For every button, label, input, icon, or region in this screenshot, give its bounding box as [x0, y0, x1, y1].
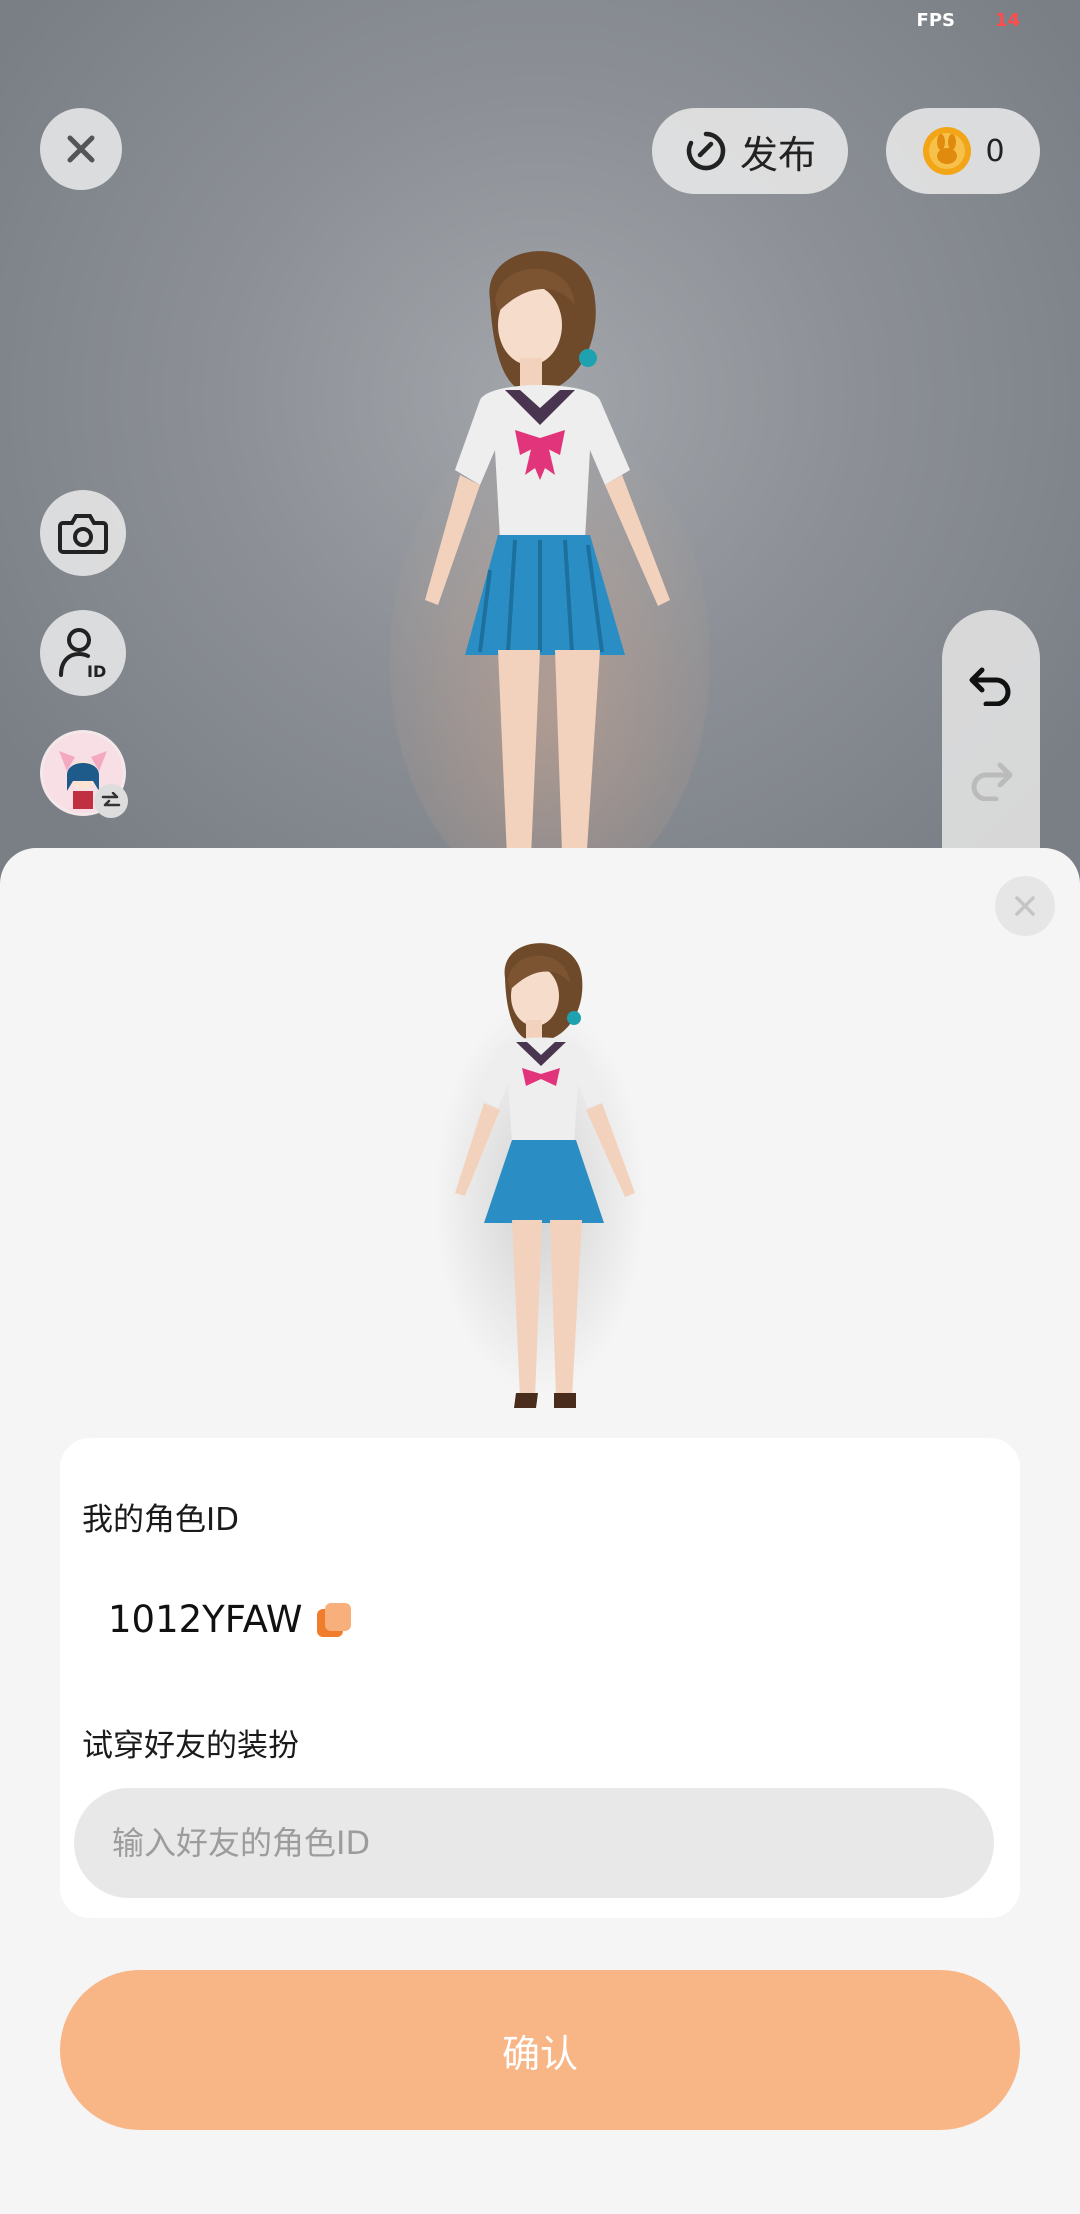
- svg-text:ID: ID: [87, 662, 106, 681]
- my-id-label: 我的角色ID: [82, 1502, 240, 1538]
- try-on-label: 试穿好友的装扮: [82, 1728, 299, 1764]
- coin-icon: [923, 127, 972, 175]
- fps-value: 14: [994, 10, 1020, 31]
- camera-button[interactable]: [40, 490, 126, 576]
- coin-count: 0: [985, 133, 1005, 169]
- profile-id-button[interactable]: ID: [40, 610, 126, 696]
- character-preview: [455, 943, 635, 1408]
- redo-button[interactable]: [961, 750, 1021, 810]
- undo-icon: [969, 667, 1011, 706]
- confirm-button[interactable]: 确认: [60, 1970, 1020, 2130]
- id-card: 我的角色ID 1012YFAW 试穿好友的装扮: [60, 1438, 1020, 1918]
- character-model: [390, 251, 710, 880]
- switch-icon: [94, 784, 128, 818]
- close-icon: [1015, 896, 1035, 916]
- redo-icon: [971, 762, 1013, 801]
- close-icon: [67, 135, 95, 163]
- my-id-value: 1012YFAW: [108, 1598, 303, 1641]
- publish-button[interactable]: 发布: [652, 108, 848, 194]
- sheet-close-button[interactable]: [995, 876, 1055, 936]
- my-id-row: 1012YFAW: [108, 1598, 351, 1641]
- undo-button[interactable]: [961, 655, 1021, 715]
- avatar-switch-button[interactable]: [40, 730, 128, 818]
- character-scene: FPS 14 发布 0 ID: [0, 0, 1080, 910]
- close-button[interactable]: [40, 108, 122, 190]
- profile-id-icon: ID: [59, 628, 106, 681]
- copy-icon[interactable]: [316, 1602, 351, 1637]
- publish-label: 发布: [739, 132, 816, 177]
- screen: FPS 14 发布 0 ID 我的角色ID 1012YFAW 试穿好友的装扮 输…: [0, 0, 1080, 2214]
- camera-icon: [58, 514, 108, 554]
- character-id-sheet: 我的角色ID 1012YFAW 试穿好友的装扮 确认: [0, 848, 1080, 2214]
- fps-label: FPS: [916, 10, 955, 31]
- publish-icon: [686, 131, 726, 171]
- friend-id-input[interactable]: [74, 1788, 994, 1898]
- coin-balance[interactable]: 0: [886, 108, 1040, 194]
